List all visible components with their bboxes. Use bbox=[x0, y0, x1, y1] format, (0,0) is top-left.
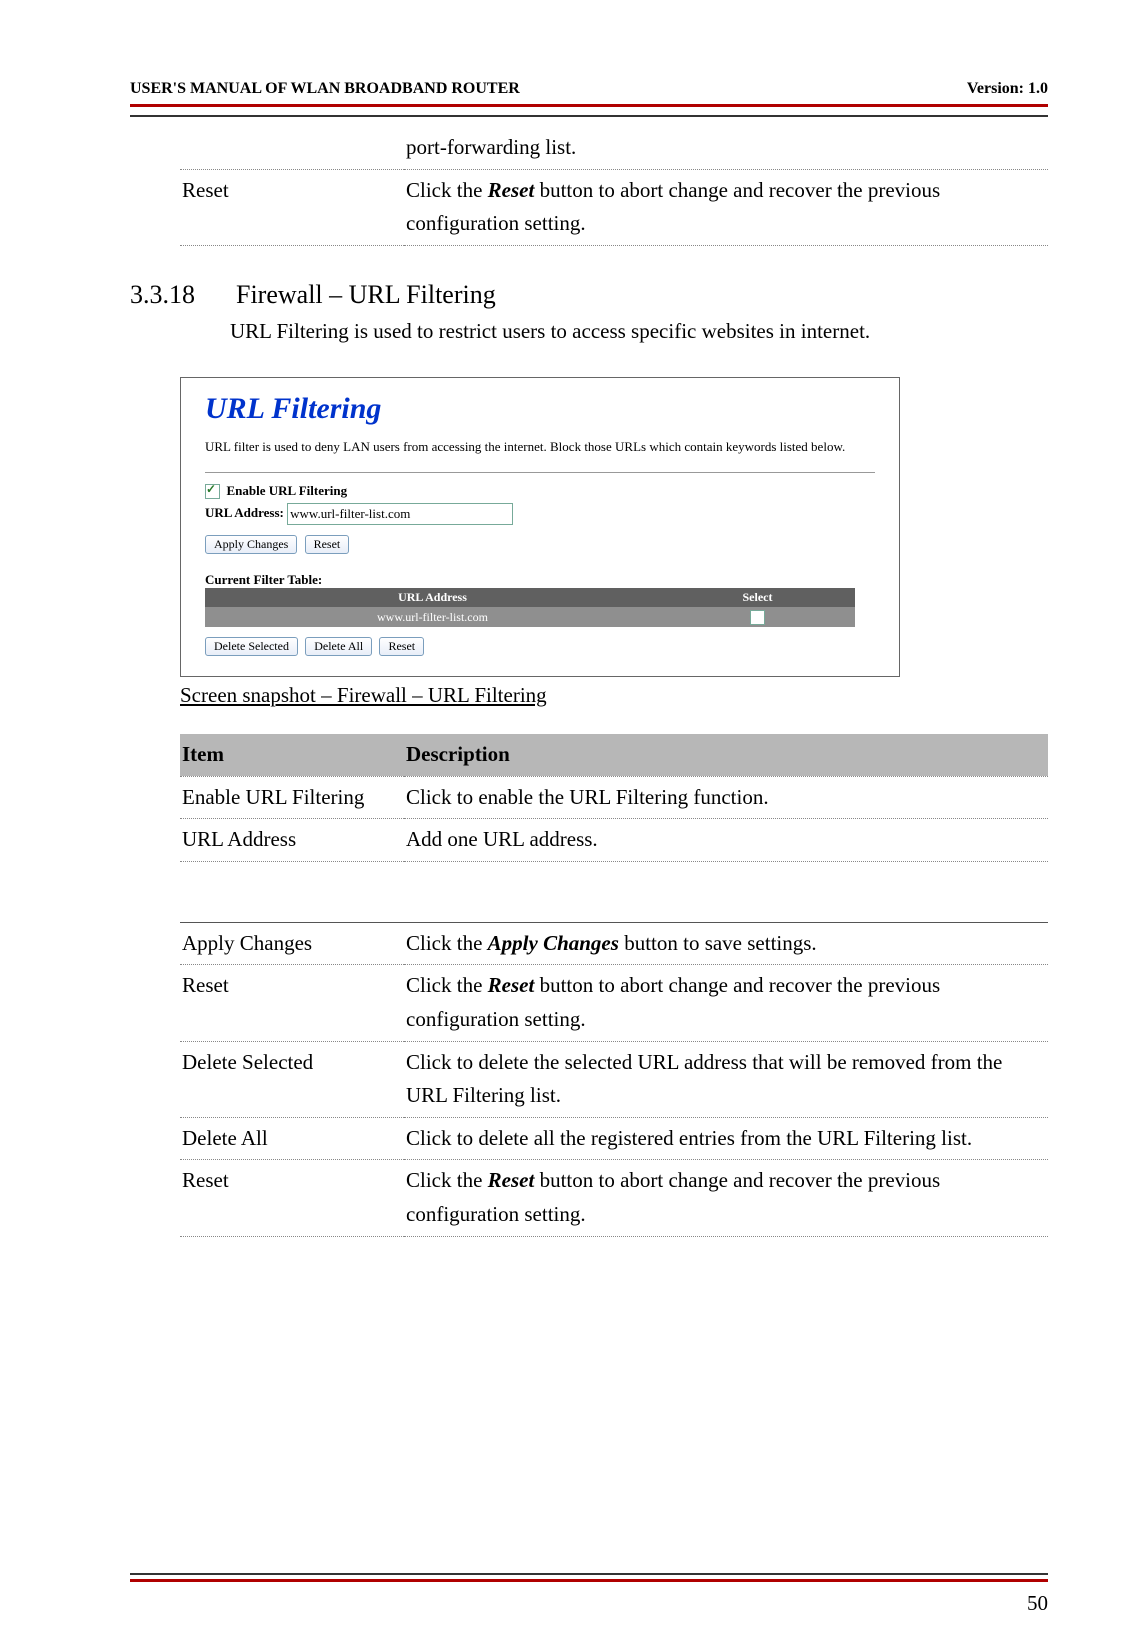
enable-url-filtering-checkbox[interactable] bbox=[205, 484, 220, 499]
delete-all-button[interactable]: Delete All bbox=[305, 637, 372, 656]
description-cell: Click the Reset button to abort change a… bbox=[404, 1160, 1048, 1236]
section-intro: URL Filtering is used to restrict users … bbox=[230, 316, 1048, 348]
screenshot-caption: Screen snapshot – Firewall – URL Filteri… bbox=[180, 683, 1048, 708]
description-cell: Click to delete the selected URL address… bbox=[404, 1041, 1048, 1117]
reset-button[interactable]: Reset bbox=[305, 535, 350, 554]
url-address-label: URL Address: bbox=[205, 505, 284, 520]
footer-red-rule bbox=[130, 1579, 1048, 1582]
item-description-table: Item Description Enable URL FilteringCli… bbox=[180, 734, 1048, 862]
description-cell: Click the Reset button to abort change a… bbox=[404, 169, 1048, 245]
description-cell: Click to delete all the registered entri… bbox=[404, 1117, 1048, 1160]
item-cell: Apply Changes bbox=[180, 922, 404, 965]
header-red-rule bbox=[130, 104, 1048, 107]
url-filtering-screenshot: URL Filtering URL filter is used to deny… bbox=[180, 377, 900, 677]
filter-col-select: Select bbox=[660, 588, 855, 607]
item-cell bbox=[180, 127, 404, 169]
description-cell: Add one URL address. bbox=[404, 819, 1048, 862]
filter-row-select-cell bbox=[660, 607, 855, 627]
reset-button-2[interactable]: Reset bbox=[379, 637, 424, 656]
divider bbox=[205, 472, 875, 473]
col-description: Description bbox=[404, 734, 1048, 776]
item-cell: Reset bbox=[180, 1160, 404, 1236]
item-description-table-2: Apply ChangesClick the Apply Changes but… bbox=[180, 922, 1048, 1237]
page-number: 50 bbox=[1027, 1591, 1048, 1616]
url-address-input[interactable] bbox=[287, 503, 513, 525]
header-right: Version: 1.0 bbox=[967, 80, 1048, 98]
description-cell: port-forwarding list. bbox=[404, 127, 1048, 169]
shot-title: URL Filtering bbox=[205, 392, 875, 426]
filter-row-select-checkbox[interactable] bbox=[750, 610, 765, 625]
description-cell: Click to enable the URL Filtering functi… bbox=[404, 776, 1048, 819]
header-left: USER'S MANUAL OF WLAN BROADBAND ROUTER bbox=[130, 80, 520, 98]
current-filter-table: URL Address Select www.url-filter-list.c… bbox=[205, 588, 855, 627]
item-cell: Delete All bbox=[180, 1117, 404, 1160]
item-cell: Reset bbox=[180, 169, 404, 245]
apply-changes-button[interactable]: Apply Changes bbox=[205, 535, 297, 554]
item-cell: Enable URL Filtering bbox=[180, 776, 404, 819]
section-number: 3.3.18 bbox=[130, 280, 220, 310]
description-cell: Click the Reset button to abort change a… bbox=[404, 965, 1048, 1041]
header-black-rule bbox=[130, 115, 1048, 117]
delete-selected-button[interactable]: Delete Selected bbox=[205, 637, 298, 656]
col-item: Item bbox=[180, 734, 404, 776]
item-cell: URL Address bbox=[180, 819, 404, 862]
item-cell: Delete Selected bbox=[180, 1041, 404, 1117]
shot-description: URL filter is used to deny LAN users fro… bbox=[205, 438, 875, 456]
enable-url-filtering-label: Enable URL Filtering bbox=[227, 483, 348, 498]
item-cell: Reset bbox=[180, 965, 404, 1041]
filter-table-label: Current Filter Table: bbox=[205, 572, 875, 588]
filter-col-url: URL Address bbox=[205, 588, 660, 607]
footer-black-rule bbox=[130, 1573, 1048, 1575]
description-cell: Click the Apply Changes button to save s… bbox=[404, 922, 1048, 965]
section-title: Firewall – URL Filtering bbox=[236, 280, 496, 310]
top-continuation-table: port-forwarding list.ResetClick the Rese… bbox=[180, 127, 1048, 246]
filter-row-url: www.url-filter-list.com bbox=[205, 607, 660, 627]
